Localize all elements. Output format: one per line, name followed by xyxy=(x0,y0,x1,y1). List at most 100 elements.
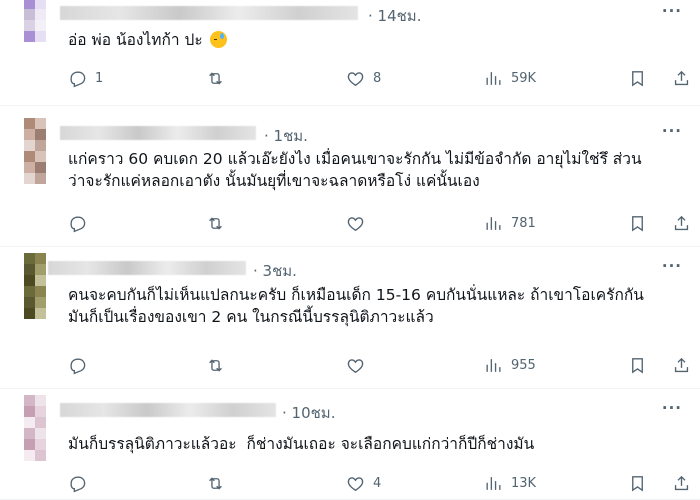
reply-post[interactable]: · 10ชม. ··· มันก็บรรลุนิติภาวะแล้วอะ ก็ช่า… xyxy=(0,389,700,500)
post-actions: 4 13K xyxy=(68,471,689,495)
post-timestamp[interactable]: · 10ชม. xyxy=(282,401,335,425)
avatar-pixel xyxy=(35,31,46,42)
more-icon[interactable]: ··· xyxy=(662,122,682,140)
views-icon xyxy=(484,474,503,493)
share-icon xyxy=(672,69,691,88)
views-button[interactable]: 13K xyxy=(484,471,536,495)
retweet-button[interactable] xyxy=(206,353,233,377)
reply-post[interactable]: · 14ชม. ··· อ่อ พ่อ น้องไทก้า ปะ 1 8 59K xyxy=(0,0,700,106)
post-actions: 1 8 59K xyxy=(68,66,689,90)
avatar-pixel xyxy=(35,450,46,461)
retweet-icon xyxy=(206,474,225,493)
avatar-pixel xyxy=(35,275,46,286)
like-count: 4 xyxy=(373,475,382,491)
more-icon[interactable]: ··· xyxy=(662,2,682,20)
avatar-pixel xyxy=(35,297,46,308)
avatar-pixel xyxy=(24,450,35,461)
views-icon xyxy=(484,356,503,375)
retweet-icon xyxy=(206,214,225,233)
bookmark-icon xyxy=(628,214,647,233)
bookmark-icon xyxy=(628,356,647,375)
views-button[interactable]: 955 xyxy=(484,353,536,377)
views-button[interactable]: 781 xyxy=(484,211,536,235)
post-timestamp[interactable]: · 1ชม. xyxy=(264,124,308,148)
avatar-pixel xyxy=(24,118,35,129)
reply-count: 1 xyxy=(95,70,104,86)
avatar-pixel xyxy=(24,264,35,275)
views-count: 59K xyxy=(511,70,537,86)
avatar[interactable] xyxy=(24,253,46,319)
avatar-pixel xyxy=(35,151,46,162)
views-count: 781 xyxy=(511,215,536,231)
author-name-redacted[interactable] xyxy=(60,403,276,417)
post-text-container: อ่อ พ่อ น้องไทก้า ปะ xyxy=(68,29,680,51)
author-name-redacted[interactable] xyxy=(60,6,358,20)
share-button[interactable] xyxy=(672,353,691,377)
retweet-icon xyxy=(206,69,225,88)
avatar-pixel xyxy=(35,162,46,173)
avatar-pixel xyxy=(35,428,46,439)
like-button[interactable] xyxy=(346,211,373,235)
more-icon[interactable]: ··· xyxy=(662,257,682,275)
bookmark-button[interactable] xyxy=(628,211,647,235)
avatar-pixel xyxy=(35,118,46,129)
avatar-pixel xyxy=(35,173,46,184)
reply-button[interactable] xyxy=(68,471,95,495)
post-text: แก่คราว 60 คบเดก 20 แล้วเอ๊ะยังไง เมื่อค… xyxy=(68,150,642,190)
reply-icon xyxy=(68,356,87,375)
post-timestamp[interactable]: · 14ชม. xyxy=(368,4,421,28)
avatar-pixel xyxy=(35,129,46,140)
post-text-container: มันก็บรรลุนิติภาวะแล้วอะ ก็ช่างมันเถอะ จ… xyxy=(68,433,680,455)
share-button[interactable] xyxy=(672,66,691,90)
share-button[interactable] xyxy=(672,211,691,235)
post-text: คนจะคบกันก็ไม่เห็นแปลกนะครับ ก็เหมือนเด็… xyxy=(68,286,644,326)
avatar[interactable] xyxy=(24,0,46,42)
avatar-pixel xyxy=(35,140,46,151)
heart-icon xyxy=(346,474,365,493)
like-count: 8 xyxy=(373,70,382,86)
like-button[interactable]: 4 xyxy=(346,471,381,495)
like-button[interactable]: 8 xyxy=(346,66,381,90)
avatar[interactable] xyxy=(24,395,46,461)
avatar-pixel xyxy=(24,297,35,308)
avatar-pixel xyxy=(24,129,35,140)
avatar-pixel xyxy=(35,417,46,428)
author-name-redacted[interactable] xyxy=(60,126,256,140)
retweet-button[interactable] xyxy=(206,66,233,90)
views-button[interactable]: 59K xyxy=(484,66,536,90)
avatar-pixel xyxy=(35,20,46,31)
post-timestamp[interactable]: · 3ชม. xyxy=(253,259,297,283)
avatar[interactable] xyxy=(24,118,46,184)
like-button[interactable] xyxy=(346,353,373,377)
share-button[interactable] xyxy=(672,471,691,495)
retweet-button[interactable] xyxy=(206,471,233,495)
bookmark-button[interactable] xyxy=(628,471,647,495)
author-name-redacted[interactable] xyxy=(48,261,246,275)
reply-button[interactable] xyxy=(68,353,95,377)
reply-post[interactable]: · 3ชม. ··· คนจะคบกันก็ไม่เห็นแปลกนะครับ ก็… xyxy=(0,247,700,389)
avatar-pixel xyxy=(24,439,35,450)
reply-feed: · 14ชม. ··· อ่อ พ่อ น้องไทก้า ปะ 1 8 59K · 1ช… xyxy=(0,0,700,500)
views-icon xyxy=(484,214,503,233)
avatar-pixel xyxy=(35,0,46,9)
bookmark-button[interactable] xyxy=(628,353,647,377)
more-icon[interactable]: ··· xyxy=(662,399,682,417)
post-text: มันก็บรรลุนิติภาวะแล้วอะ ก็ช่างมันเถอะ จ… xyxy=(68,435,535,453)
reply-button[interactable] xyxy=(68,211,95,235)
avatar-pixel xyxy=(24,275,35,286)
reply-button[interactable]: 1 xyxy=(68,66,103,90)
share-icon xyxy=(672,474,691,493)
bookmark-button[interactable] xyxy=(628,66,647,90)
heart-icon xyxy=(346,69,365,88)
avatar-pixel xyxy=(24,417,35,428)
retweet-button[interactable] xyxy=(206,211,233,235)
reply-post[interactable]: · 1ชม. ··· แก่คราว 60 คบเดก 20 แล้วเอ๊ะยัง… xyxy=(0,110,700,247)
heart-icon xyxy=(346,214,365,233)
avatar-pixel xyxy=(24,406,35,417)
reply-icon xyxy=(68,474,87,493)
post-actions: 955 xyxy=(68,353,689,377)
avatar-pixel xyxy=(35,286,46,297)
avatar-pixel xyxy=(35,308,46,319)
avatar-pixel xyxy=(24,173,35,184)
heart-icon xyxy=(346,356,365,375)
